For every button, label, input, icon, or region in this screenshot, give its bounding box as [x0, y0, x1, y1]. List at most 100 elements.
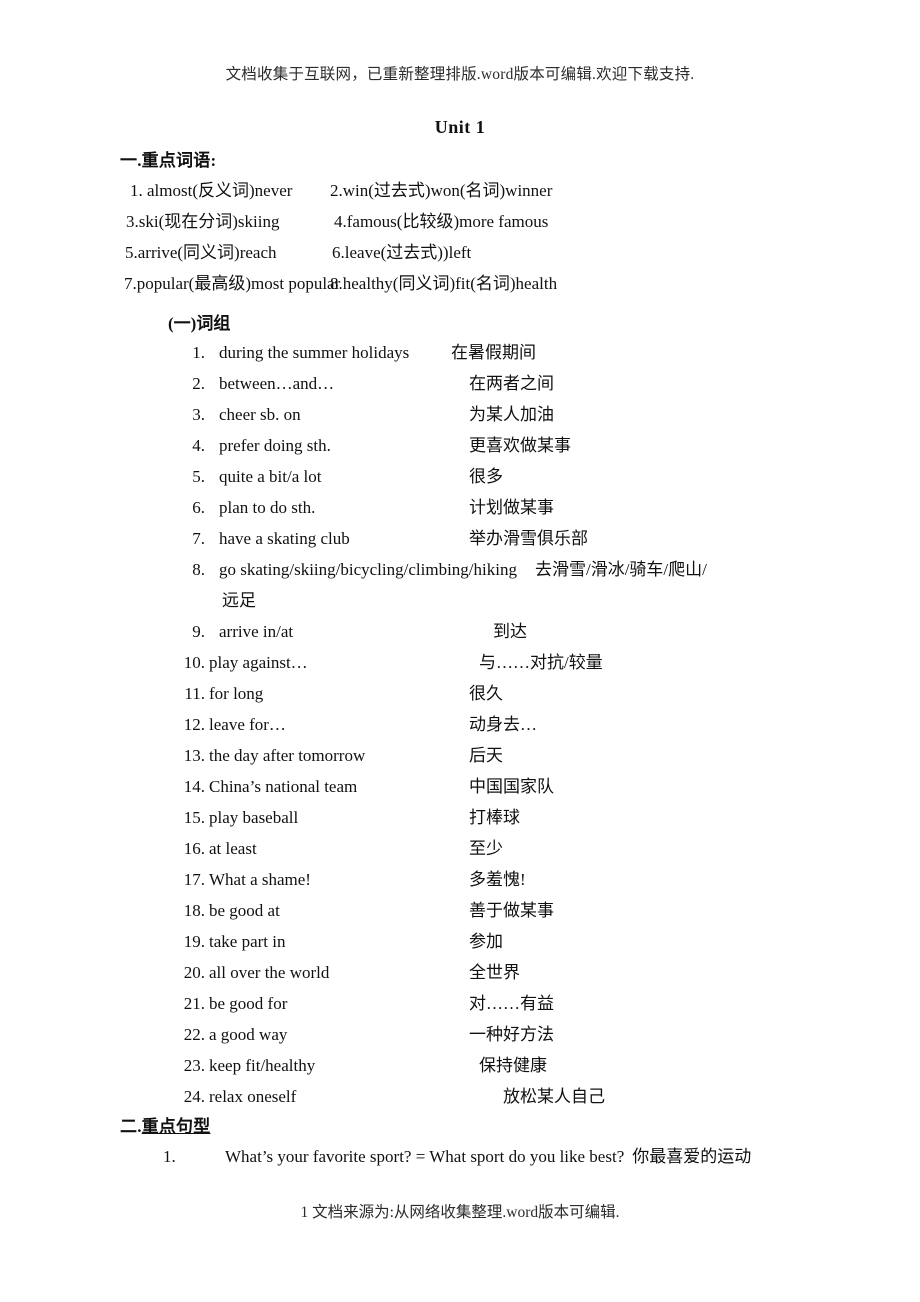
phrase-item: 7. have a skating club 举办滑雪俱乐部 [0, 523, 920, 554]
phrase-english: a good way [209, 1025, 288, 1044]
subsection-heading-phrases: (一)词组 [168, 314, 231, 333]
phrase-number: 19. [183, 932, 205, 951]
word-pair-row: 3.ski(现在分词)skiing 4.famous(比较级)more famou… [0, 206, 920, 237]
word-pair-left: 5.arrive(同义词)reach [125, 243, 277, 262]
phrase-item: 13. the day after tomorrow 后天 [0, 740, 920, 771]
phrase-chinese: 在暑假期间 [451, 343, 536, 362]
phrase-english: during the summer holidays [219, 343, 410, 362]
phrase-item: 2. between…and… 在两者之间 [0, 368, 920, 399]
phrase-chinese: 很久 [469, 684, 503, 703]
phrase-number: 22. [183, 1025, 205, 1044]
phrase-item: 10. play against… 与……对抗/较量 [0, 647, 920, 678]
phrase-number: 3. [192, 405, 205, 424]
phrase-english: play against… [209, 653, 308, 672]
phrase-item: 23. keep fit/healthy 保持健康 [0, 1050, 920, 1081]
phrase-item: 5. quite a bit/a lot 很多 [0, 461, 920, 492]
phrase-number: 20. [183, 963, 205, 982]
phrase-chinese: 为某人加油 [469, 405, 554, 424]
sentence-item: 1. What’s your favorite sport? = What spo… [0, 1141, 920, 1172]
phrase-item: 20. all over the world 全世界 [0, 957, 920, 988]
section-heading-two-prefix: 二. [120, 1117, 142, 1136]
phrase-item: 17. What a shame! 多羞愧! [0, 864, 920, 895]
phrase-item: 14. China’s national team 中国国家队 [0, 771, 920, 802]
phrase-item: 19. take part in 参加 [0, 926, 920, 957]
phrase-english: take part in [209, 932, 286, 951]
word-pair-right: 6.leave(过去式))left [332, 243, 472, 262]
phrase-number: 7. [192, 529, 205, 548]
phrase-number: 14. [183, 777, 205, 796]
phrase-number: 8. [192, 560, 205, 579]
phrase-chinese: 保持健康 [479, 1056, 547, 1075]
page-header-watermark: 文档收集于互联网，已重新整理排版.word版本可编辑.欢迎下载支持. [225, 66, 695, 83]
phrase-english: at least [209, 839, 257, 858]
phrase-item: 16. at least 至少 [0, 833, 920, 864]
phrase-chinese: 举办滑雪俱乐部 [469, 529, 588, 548]
phrase-number: 1. [192, 343, 205, 362]
phrase-item: 18. be good at 善于做某事 [0, 895, 920, 926]
phrase-list: 1. during the summer holidays 在暑假期间 2. betw… [0, 337, 920, 1112]
phrase-chinese: 后天 [469, 746, 503, 765]
phrase-chinese: 很多 [469, 467, 503, 486]
phrase-chinese: 中国国家队 [469, 777, 554, 796]
phrase-english: go skating/skiing/bicycling/climbing/hik… [219, 560, 517, 579]
phrase-item: 8. go skating/skiing/bicycling/climbing/h… [0, 554, 920, 585]
phrase-english: for long [209, 684, 264, 703]
word-pair-row: 7.popular(最高级)most popular8.healthy(同义词)… [0, 268, 920, 299]
phrase-english: plan to do sth. [219, 498, 316, 517]
phrase-chinese: 计划做某事 [469, 498, 554, 517]
word-pair-left: 3.ski(现在分词)skiing [126, 212, 280, 231]
phrase-number: 10. [183, 653, 205, 672]
phrase-chinese: 参加 [469, 932, 503, 951]
phrase-number: 11. [184, 684, 205, 703]
phrase-english: all over the world [209, 963, 330, 982]
phrase-number: 17. [183, 870, 205, 889]
phrase-chinese: 与……对抗/较量 [479, 653, 603, 672]
phrase-item: 9. arrive in/at 到达 [0, 616, 920, 647]
phrase-english: cheer sb. on [219, 405, 301, 424]
phrase-number: 16. [183, 839, 205, 858]
phrase-item: 24. relax oneself 放松某人自己 [0, 1081, 920, 1112]
phrase-english: relax oneself [209, 1087, 297, 1106]
phrase-number: 4. [192, 436, 205, 455]
sentence-number: 1. [163, 1147, 176, 1166]
phrase-item: 15. play baseball 打棒球 [0, 802, 920, 833]
phrase-english: prefer doing sth. [219, 436, 331, 455]
phrase-english: play baseball [209, 808, 299, 827]
document-body: 一.重点词语: 1. almost(反义词)never 2.win(过去式)won… [0, 146, 920, 1172]
sentence-chinese: 你最喜爱的运动 [632, 1147, 752, 1166]
phrase-english: be good at [209, 901, 280, 920]
phrase-chinese-continuation: 远足 [222, 591, 256, 610]
phrase-number: 23. [183, 1056, 205, 1075]
word-pair-right: 2.win(过去式)won(名词)winner [330, 181, 553, 200]
phrase-chinese: 动身去… [469, 715, 537, 734]
phrase-chinese: 在两者之间 [469, 374, 554, 393]
phrase-item: 22. a good way 一种好方法 [0, 1019, 920, 1050]
word-pair-right: 8.healthy(同义词)fit(名词)health [330, 274, 558, 293]
phrase-chinese: 一种好方法 [469, 1025, 554, 1044]
sentence-english: What’s your favorite sport? = What sport… [225, 1147, 625, 1166]
phrase-chinese: 善于做某事 [469, 901, 554, 920]
document-page: 文档收集于互联网，已重新整理排版.word版本可编辑.欢迎下载支持. Unit … [0, 0, 920, 1302]
section-heading-one: 一.重点词语: [120, 151, 217, 170]
phrase-english: China’s national team [209, 777, 358, 796]
phrase-item: 12. leave for… 动身去… [0, 709, 920, 740]
word-pair-left: 1. almost(反义词)never [130, 181, 293, 200]
phrase-chinese: 对……有益 [469, 994, 554, 1013]
phrase-chinese: 打棒球 [469, 808, 520, 827]
phrase-number: 13. [183, 746, 205, 765]
phrase-number: 18. [183, 901, 205, 920]
page-title: Unit 1 [434, 117, 486, 137]
phrase-english: be good for [209, 994, 288, 1013]
phrase-english: between…and… [219, 374, 335, 393]
phrase-chinese: 更喜欢做某事 [469, 436, 571, 455]
phrase-english: What a shame! [209, 870, 311, 889]
phrase-chinese: 到达 [493, 622, 527, 641]
word-pair-row: 5.arrive(同义词)reach 6.leave(过去式))left [0, 237, 920, 268]
phrase-english: keep fit/healthy [209, 1056, 316, 1075]
phrase-number: 6. [192, 498, 205, 517]
phrase-chinese: 多羞愧! [469, 870, 526, 889]
phrase-english: quite a bit/a lot [219, 467, 322, 486]
word-pair-list: 1. almost(反义词)never 2.win(过去式)won(名词)winn… [0, 175, 920, 299]
phrase-number: 2. [192, 374, 205, 393]
phrase-item: 4. prefer doing sth. 更喜欢做某事 [0, 430, 920, 461]
